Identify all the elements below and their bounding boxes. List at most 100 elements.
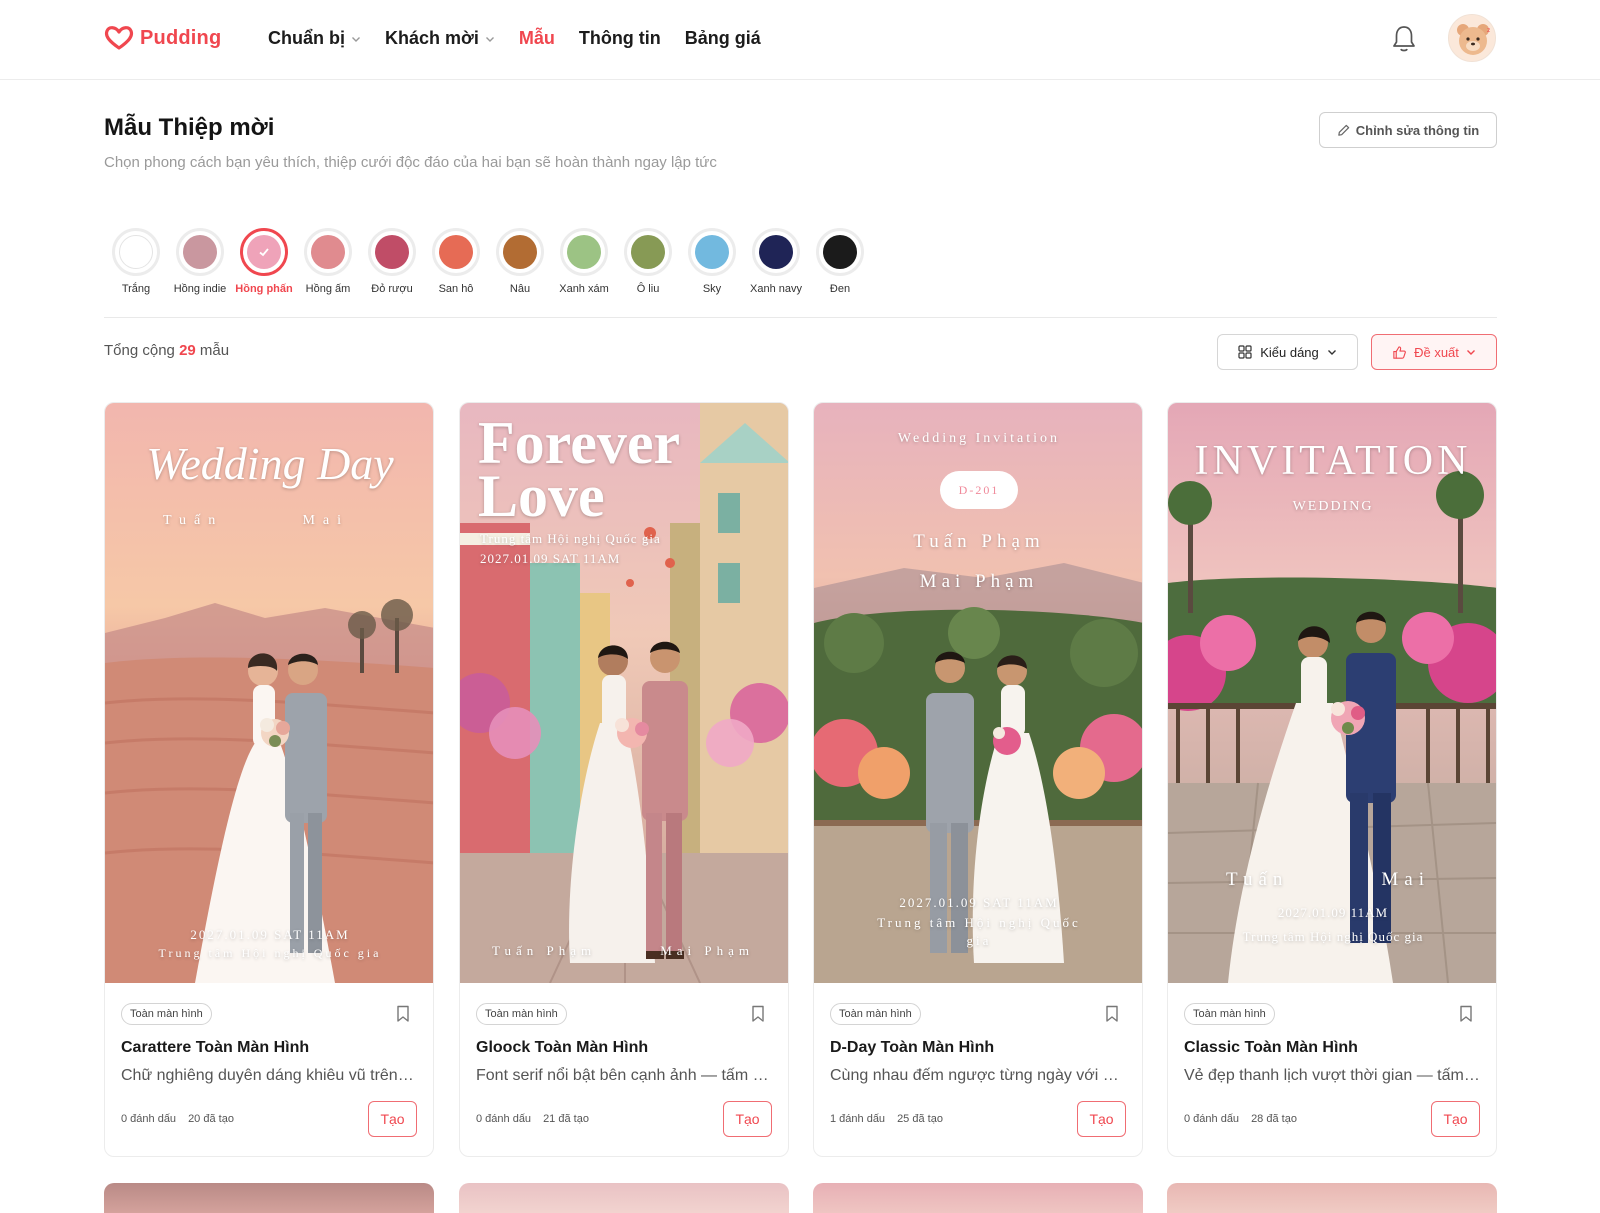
swatch-dot [375,235,409,269]
nav-label: Bảng giá [684,28,761,48]
template-card-peek[interactable] [459,1183,789,1213]
grid-icon [1238,345,1252,359]
bookmark-icon[interactable] [395,1005,411,1023]
logo[interactable]: Pudding [104,26,221,50]
swatch-dot [823,235,857,269]
create-button[interactable]: Tạo [723,1101,772,1137]
template-preview-image: INVITATION WEDDING Tuấn Mai 2027.01.09 1… [1168,403,1496,983]
preview-headline: INVITATION [1194,438,1472,484]
template-card[interactable]: Wedding Invitation D-201 Tuấn Phạm Mai P… [813,402,1143,1157]
created-count: 21 đã tạo [543,1113,589,1125]
swatch-dot [567,235,601,269]
swatch-label: Xanh navy [750,283,802,295]
template-card-peek[interactable] [1167,1183,1497,1213]
card-stats: 0 đánh dấu 28 đã tạo [1184,1113,1297,1125]
chevron-down-icon [485,36,494,42]
style-filter-label: Kiểu dáng [1260,344,1319,360]
edit-info-label: Chỉnh sửa thông tin [1355,122,1480,138]
sort-label: Đề xuất [1414,344,1459,360]
nav-item-info[interactable]: Thông tin [579,28,661,49]
card-stats: 1 đánh dấu 25 đã tạo [830,1113,943,1125]
swatch-label: Trắng [121,283,151,295]
template-card[interactable]: INVITATION WEDDING Tuấn Mai 2027.01.09 1… [1167,402,1497,1157]
color-swatch-black[interactable]: Đen [808,228,872,295]
create-button[interactable]: Tạo [1077,1101,1126,1137]
swatch-ring [624,228,672,276]
page-subtitle: Chọn phong cách bạn yêu thích, thiệp cướ… [104,154,717,171]
bookmark-count: 0 đánh dấu [476,1113,532,1125]
color-swatch-coral[interactable]: San hô [424,228,488,295]
total-number: 29 [179,342,196,359]
template-card[interactable]: Wedding Day Tuấn Mai 2027.01.09 SAT 11AM… [104,402,434,1157]
swatch-label: Hồng phấn [235,283,293,295]
create-button[interactable]: Tạo [1431,1101,1480,1137]
nav-item-templates[interactable]: Mẫu [519,28,555,49]
color-swatch-sky[interactable]: Sky [680,228,744,295]
card-description: Cùng nhau đếm ngược từng ngày với bao há… [830,1067,1126,1084]
chevron-down-icon [352,36,360,42]
color-filter: Trắng Hồng indie Hồng phấn Hồng ấm Đỏ rư… [104,228,872,295]
swatch-dot [503,235,537,269]
swatch-dot [247,235,281,269]
nav-item-guests[interactable]: Khách mời [385,28,495,49]
preview-names: Tuấn Phạm Mai Phạm [460,943,788,959]
color-swatch-brown[interactable]: Nâu [488,228,552,295]
preview-headline-line: Forever [478,410,681,476]
preview-names: Tuấn Mai [1168,869,1496,891]
top-header: Pudding Chuẩn bị Khách mời Mẫu Thông tin… [0,0,1600,80]
total-prefix: Tổng cộng [104,342,175,359]
dday-label: D-201 [958,482,1000,497]
preview-date: 2027.01.09 SAT 11AM [190,927,350,942]
bookmark-icon[interactable] [1104,1005,1120,1023]
bookmark-icon[interactable] [750,1005,766,1023]
nav-label: Mẫu [518,28,555,48]
card-tag: Toàn màn hình [121,1003,212,1025]
nav-item-prepare[interactable]: Chuẩn bị [268,28,361,49]
preview-name-left: Tuấn [163,513,224,528]
preview-headline: Forever Love [478,410,681,526]
swatch-dot [695,235,729,269]
swatch-dot [183,235,217,269]
style-filter-button[interactable]: Kiểu dáng [1217,334,1358,370]
total-suffix: mẫu [199,342,230,359]
color-swatch-sage[interactable]: Xanh xám [552,228,616,295]
swatch-dot [119,235,153,269]
template-card-peek[interactable] [104,1183,434,1213]
bookmark-icon[interactable] [1458,1005,1474,1023]
wedding-photo-illustration [1168,403,1496,983]
bookmark-count: 0 đánh dấu [1184,1113,1240,1125]
swatch-label: Đen [829,283,851,295]
color-swatch-olive[interactable]: Ô liu [616,228,680,295]
bear-avatar-icon: z [1457,24,1490,55]
card-body: Toàn màn hình Carattere Toàn Màn Hình Ch… [105,983,433,1156]
swatch-label: San hô [438,283,474,295]
color-swatch-indie-pink[interactable]: Hồng indie [168,228,232,295]
swatch-ring [304,228,352,276]
color-swatch-white[interactable]: Trắng [104,228,168,295]
swatch-label: Ô liu [636,283,660,295]
preview-venue-1: Trung tâm Hội nghị Quốc [877,915,1081,930]
card-description: Vẻ đẹp thanh lịch vượt thời gian — tấm t… [1184,1067,1480,1084]
main-nav: Chuẩn bị Khách mời Mẫu Thông tin Bảng gi… [268,28,761,49]
card-stats: 0 đánh dấu 21 đã tạo [476,1113,589,1125]
swatch-dot [439,235,473,269]
template-preview-image: Wedding Invitation D-201 Tuấn Phạm Mai P… [814,403,1142,983]
preview-name-right: Mai [1381,869,1430,890]
template-card-peek[interactable] [813,1183,1143,1213]
bell-icon[interactable] [1390,24,1418,54]
color-swatch-powder-pink[interactable]: Hồng phấn [232,228,296,295]
swatch-dot [759,235,793,269]
create-button[interactable]: Tạo [368,1101,417,1137]
edit-info-button[interactable]: Chỉnh sửa thông tin [1319,112,1497,148]
card-title: Gloock Toàn Màn Hình [476,1039,649,1056]
color-swatch-navy[interactable]: Xanh navy [744,228,808,295]
sort-recommended-button[interactable]: Đề xuất [1371,334,1497,370]
nav-label: Thông tin [578,28,661,48]
avatar[interactable]: z [1448,14,1496,62]
preview-sub: WEDDING [1292,499,1374,514]
color-swatch-wine[interactable]: Đỏ rượu [360,228,424,295]
nav-item-pricing[interactable]: Bảng giá [685,28,761,49]
nav-label: Khách mời [385,28,479,48]
color-swatch-warm-pink[interactable]: Hồng ấm [296,228,360,295]
template-card[interactable]: Forever Love Trung tâm Hội nghị Quốc gia… [459,402,789,1157]
